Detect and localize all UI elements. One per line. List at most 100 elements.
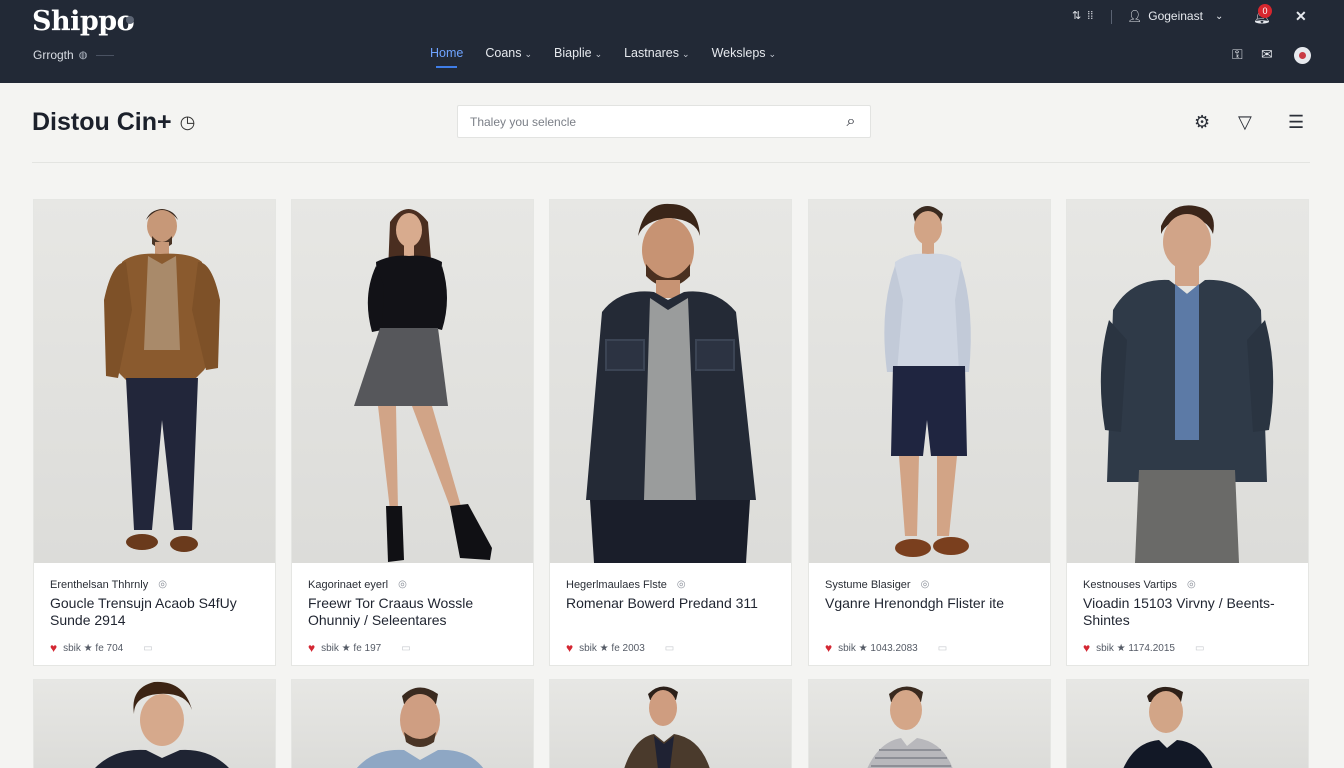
product-photo-illustration (1100, 205, 1274, 563)
product-info: Kestnouses Vartips ◎ Vioadin 15103 Virvny… (1067, 563, 1308, 666)
product-photo-illustration (354, 209, 492, 562)
verified-icon: ◎ (1186, 579, 1196, 590)
close-icon[interactable]: ✕ (1295, 8, 1307, 25)
nav-item-biaplie[interactable]: Biaplie ⌄ (554, 46, 602, 66)
product-image (292, 680, 533, 768)
product-meta: ♥ sbik ★ 1174.2015 ▭ (1083, 641, 1205, 655)
search-input[interactable] (458, 114, 832, 129)
mail-icon[interactable]: ✉ (1261, 46, 1273, 63)
heart-icon[interactable]: ♥ (1083, 641, 1090, 655)
product-image (550, 200, 791, 563)
key-icon[interactable]: ⚿ (1232, 46, 1243, 63)
nav-item-home[interactable]: Home (430, 46, 463, 68)
heart-icon[interactable]: ♥ (825, 641, 832, 655)
product-card[interactable]: Systume Blasiger ◎ Vganre Hrenondgh Flist… (808, 199, 1051, 666)
product-name: Vioadin 15103 Virvny / Beents-Shintes (1083, 595, 1275, 628)
product-meta: ♥ sbik ★ fe 2003 ▭ (566, 641, 675, 655)
product-image (292, 200, 533, 563)
product-meta: ♥ sbik ★ 1043.2083 ▭ (825, 641, 948, 655)
product-info: Hegerlmaulaes Flste ◎ Romenar Bowerd Pred… (550, 563, 791, 666)
toolbar-divider (1111, 10, 1112, 24)
product-card[interactable] (1066, 679, 1309, 768)
product-card[interactable] (549, 679, 792, 768)
product-image (1067, 680, 1308, 768)
settings-gear-icon[interactable]: ⚙ (1194, 112, 1210, 133)
verified-icon: ◎ (398, 579, 407, 590)
nav-item-coans[interactable]: Coans ⌄ (485, 46, 532, 66)
search-bar: ⌕ (457, 105, 871, 138)
verified-icon: ◎ (676, 579, 686, 590)
search-icon[interactable]: ⌕ (832, 113, 870, 131)
product-brand: Systume Blasiger ◎ (825, 579, 930, 591)
main-nav: Home Coans ⌄ Biaplie ⌄ Lastnares ⌄ Weksleps… (430, 46, 777, 68)
location-label: Grrogth (33, 48, 74, 62)
chevron-down-icon: ⌄ (682, 49, 690, 59)
chevron-down-icon: ⌄ (768, 49, 777, 59)
grid-icon: ⁞⁞ (1087, 9, 1094, 22)
product-image (550, 680, 791, 768)
list-view-icon[interactable]: ☰ (1288, 112, 1304, 133)
product-name: Goucle Trensujn Acaob S4fUy Sunde 2914 (50, 595, 237, 628)
clock-icon: ◷ (179, 112, 196, 132)
product-name: Vganre Hrenondgh Flister ite (825, 595, 1004, 611)
product-meta: ♥ sbik ★ fe 704 ▭ (50, 641, 153, 655)
product-card[interactable] (33, 679, 276, 768)
product-photo-illustration (1123, 686, 1213, 768)
product-image (809, 200, 1050, 563)
verified-icon: ◎ (158, 579, 167, 590)
heart-icon[interactable]: ♥ (50, 641, 57, 655)
product-photo-illustration (586, 203, 756, 563)
quick-actions[interactable]: ⇅ ⁞⁞ (1072, 9, 1094, 23)
product-image (34, 200, 275, 563)
product-info: Kagorinaet eyerl ◎ Freewr Tor Craaus Woss… (292, 563, 533, 666)
user-name: Gogeinast (1148, 9, 1203, 23)
page-title-text: Distou Cin+ (32, 108, 172, 136)
product-photo-illustration (356, 687, 484, 768)
product-photo-illustration (884, 206, 971, 557)
nav-item-weksleps[interactable]: Weksleps ⌄ (712, 46, 777, 66)
product-name: Freewr Tor Craaus Wossle Ohunniy / Selee… (308, 595, 474, 628)
product-brand: Hegerlmaulaes Flste ◎ (566, 579, 686, 591)
logo[interactable]: Shippo (32, 6, 135, 37)
faded-label-icon: ▭ (143, 642, 153, 654)
product-image (809, 680, 1050, 768)
product-image (1067, 200, 1308, 563)
faded-label-icon: ▭ (401, 642, 411, 654)
product-brand: Kagorinaet eyerl ◎ (308, 579, 407, 591)
location-divider (96, 54, 115, 56)
product-photo-illustration (624, 686, 710, 768)
product-card[interactable]: Kestnouses Vartips ◎ Vioadin 15103 Virvny… (1066, 199, 1309, 666)
heart-icon[interactable]: ♥ (308, 641, 315, 655)
heart-icon[interactable]: ♥ (566, 641, 573, 655)
product-card[interactable]: Kagorinaet eyerl ◎ Freewr Tor Craaus Woss… (291, 199, 534, 666)
product-card[interactable] (808, 679, 1051, 768)
arrows-icon: ⇅ (1072, 10, 1082, 22)
avatar[interactable] (1294, 47, 1311, 64)
product-image (34, 680, 275, 768)
location-selector[interactable]: Grrogth ◍ (33, 48, 115, 62)
verified-icon: ◎ (920, 579, 930, 590)
product-info: Erenthelsan Thhrnly ◎ Goucle Trensujn Aca… (34, 563, 275, 666)
user-menu[interactable]: 👤︎ Gogeinast ⌄ (1127, 9, 1223, 23)
notification-badge: 0 (1258, 4, 1272, 18)
nav-item-lastnares[interactable]: Lastnares ⌄ (624, 46, 689, 66)
chevron-down-icon: ⌄ (594, 49, 603, 59)
chevron-down-icon: ⌄ (524, 49, 533, 59)
product-brand: Kestnouses Vartips ◎ (1083, 579, 1196, 591)
product-card[interactable]: Erenthelsan Thhrnly ◎ Goucle Trensujn Aca… (33, 199, 276, 666)
product-brand: Erenthelsan Thhrnly ◎ (50, 579, 167, 591)
top-navbar: Shippo Grrogth ◍ Home Coans ⌄ Biaplie ⌄ La… (0, 0, 1344, 83)
user-icon: 👤︎ (1127, 9, 1143, 23)
globe-icon: ◍ (78, 49, 88, 61)
faded-label-icon: ▭ (1194, 642, 1205, 654)
product-name: Romenar Bowerd Predand 311 (566, 595, 758, 611)
product-card[interactable] (291, 679, 534, 768)
faded-label-icon: ▭ (664, 642, 675, 654)
logo-mark (126, 16, 134, 24)
header-divider (32, 162, 1310, 163)
chevron-down-icon: ⌄ (1214, 10, 1224, 22)
product-card[interactable]: Hegerlmaulaes Flste ◎ Romenar Bowerd Pred… (549, 199, 792, 666)
faded-label-icon: ▭ (937, 642, 948, 654)
filter-icon[interactable]: ▽ (1238, 112, 1252, 133)
product-photo-illustration (867, 686, 953, 768)
